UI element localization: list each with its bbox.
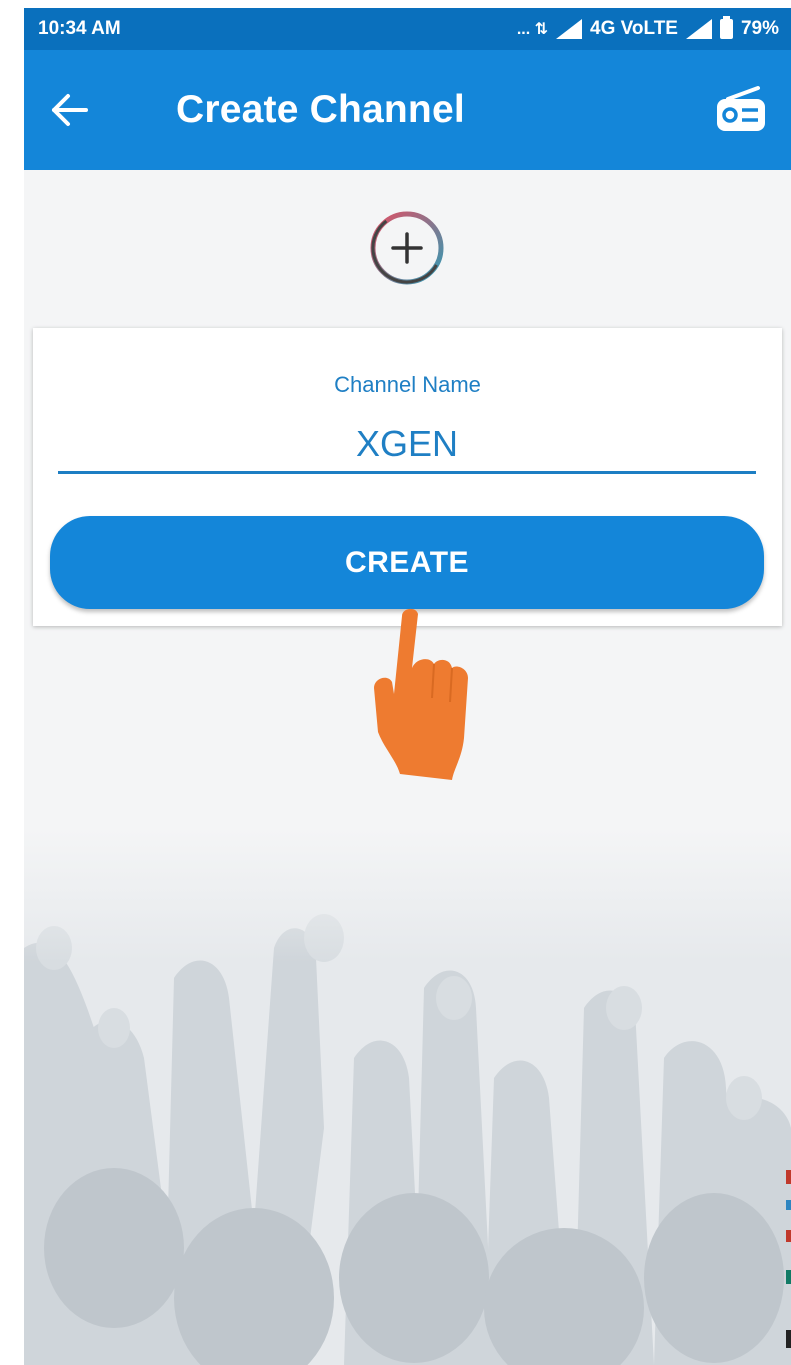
create-channel-card: Channel Name CREATE xyxy=(33,328,782,626)
status-time: 10:34 AM xyxy=(38,18,121,39)
waveform-left xyxy=(26,178,336,308)
waveform-banner xyxy=(26,178,786,308)
waveform-right xyxy=(482,178,786,308)
back-button[interactable] xyxy=(50,80,120,140)
edge-marks xyxy=(786,1170,791,1348)
radio-icon xyxy=(717,86,765,131)
create-button[interactable]: CREATE xyxy=(50,516,764,609)
pointing-hand-icon xyxy=(374,608,468,780)
battery-icon xyxy=(719,16,733,39)
status-indicators: ... ⇅ 4G VoLTE 79% xyxy=(516,16,779,40)
network-activity: ... ⇅ xyxy=(516,21,548,38)
app-bar: Create Channel xyxy=(24,50,791,170)
radio-button[interactable] xyxy=(711,80,771,140)
signal-icon-2 xyxy=(685,19,712,39)
channel-name-input[interactable] xyxy=(58,416,756,474)
carrier-label: 4G VoLTE xyxy=(590,18,678,39)
page-title: Create Channel xyxy=(176,88,465,131)
crowd-background-image xyxy=(24,828,791,1365)
add-circle-icon[interactable] xyxy=(361,202,454,295)
arrow-left-icon xyxy=(52,94,88,126)
signal-icon xyxy=(556,19,582,39)
battery-level: 79% xyxy=(740,18,779,39)
channel-name-label: Channel Name xyxy=(334,372,481,397)
status-bar: 10:34 AM ... ⇅ 4G VoLTE 79% xyxy=(24,8,791,50)
screen: 10:34 AM ... ⇅ 4G VoLTE 79% Create Chann… xyxy=(24,8,791,1365)
